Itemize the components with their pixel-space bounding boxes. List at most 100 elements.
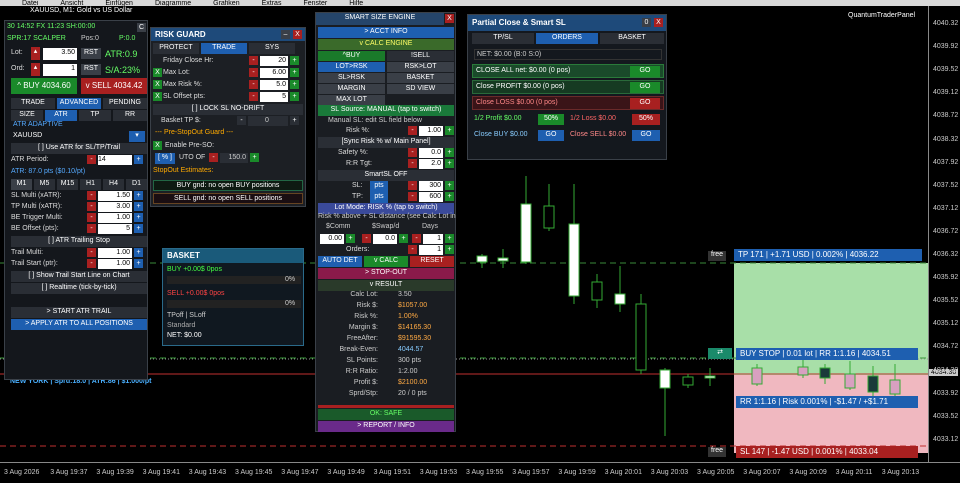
sell-calc-button[interactable]: !SELL <box>387 51 454 61</box>
sync-risk-toggle[interactable]: [Sync Risk % w/ Main Panel] <box>318 137 454 148</box>
max-risk-plus[interactable]: + <box>290 80 299 89</box>
swap-input[interactable]: 0.0 <box>373 234 397 244</box>
close-icon[interactable]: X <box>445 14 454 23</box>
risk-input[interactable]: 1.00 <box>419 126 443 136</box>
sell-button[interactable]: v SELL 4034.42 <box>81 78 147 94</box>
tab-atr[interactable]: ATR <box>45 110 77 121</box>
tab-tp[interactable]: TP <box>79 110 111 121</box>
basket-tp-input[interactable]: 0 <box>248 116 288 126</box>
basket-calc-button[interactable]: BASKET <box>387 73 454 83</box>
max-risk-checkbox[interactable]: X <box>153 80 162 89</box>
rst2-button[interactable]: RST <box>81 64 101 75</box>
sl-offset-input[interactable]: 5 <box>260 92 288 102</box>
sl-offset-minus[interactable]: - <box>249 92 258 101</box>
basket-minus[interactable]: - <box>237 116 246 125</box>
sl-risk-button[interactable]: SL>RSK <box>318 73 385 83</box>
buy-button[interactable]: ^ BUY 4034.60 <box>11 78 77 94</box>
sl-multi-plus[interactable]: + <box>134 191 143 200</box>
close-sell-go[interactable]: GO <box>632 130 660 141</box>
lock-sl-toggle[interactable]: [ ] LOCK SL NO-DRIFT <box>153 104 303 115</box>
sl-input[interactable]: 300 <box>419 181 443 191</box>
smartsl-toggle[interactable]: SmartSL OFF <box>318 170 454 181</box>
days-minus[interactable]: - <box>412 234 421 243</box>
risk-minus[interactable]: - <box>408 126 417 135</box>
comm-plus[interactable]: + <box>346 234 355 243</box>
timeframe-m15[interactable]: M15 <box>57 179 78 190</box>
max-risk-minus[interactable]: - <box>249 80 258 89</box>
tab-trade[interactable]: TRADE <box>11 98 55 109</box>
atr-period-input[interactable]: 14 <box>98 155 132 165</box>
uto-input[interactable]: 150.0 <box>220 153 248 163</box>
safety-minus[interactable]: - <box>408 148 417 157</box>
pct-toggle[interactable]: [ % ] <box>155 153 175 164</box>
basket-plus[interactable]: + <box>290 116 299 125</box>
days-plus[interactable]: + <box>445 234 454 243</box>
atr-period-plus[interactable]: + <box>134 155 143 164</box>
trail-multi-plus[interactable]: + <box>134 248 143 257</box>
realtime-toggle[interactable]: [ ] Realtime (tick-by-tick) <box>11 283 147 294</box>
be-offset-minus[interactable]: - <box>87 224 96 233</box>
atr-period-minus[interactable]: - <box>87 155 96 164</box>
result-button[interactable]: v RESULT <box>318 280 454 291</box>
tab-advanced[interactable]: ADVANCED <box>57 98 101 109</box>
timeframe-m1[interactable]: M1 <box>11 179 32 190</box>
stop-out-button[interactable]: > STOP-OUT <box>318 268 454 279</box>
uto-plus[interactable]: + <box>250 153 259 162</box>
report-info-button[interactable]: > REPORT / INFO <box>318 421 454 432</box>
max-lot-minus[interactable]: - <box>249 68 258 77</box>
trail-start-plus[interactable]: + <box>134 259 143 268</box>
be-trigger-plus[interactable]: + <box>134 213 143 222</box>
be-trigger-input[interactable]: 1.00 <box>98 213 132 223</box>
buystop-label[interactable]: BUY STOP | 0.01 lot | RR 1:1.16 | 4034.5… <box>736 348 918 360</box>
tp-free-tag[interactable]: free <box>708 251 727 261</box>
risk-lot-button[interactable]: RSK>LOT <box>387 62 454 72</box>
rr-plus[interactable]: + <box>445 159 454 168</box>
max-lot-plus[interactable]: + <box>290 68 299 77</box>
minimize-icon[interactable]: 0 <box>642 18 651 27</box>
half-loss-button[interactable]: 50% <box>632 114 660 125</box>
timeframe-h4[interactable]: H4 <box>103 179 124 190</box>
trail-start-input[interactable]: 1.00 <box>98 259 132 269</box>
rr-input[interactable]: 2.0 <box>419 159 443 169</box>
uto-minus[interactable]: - <box>209 153 218 162</box>
acct-info-button[interactable]: > ACCT INFO <box>318 27 454 38</box>
timeframe-h1[interactable]: H1 <box>80 179 101 190</box>
sl-source-toggle[interactable]: SL Source: MANUAL (tap to switch) <box>318 105 454 116</box>
sl-unit-toggle[interactable]: pts <box>370 181 388 192</box>
tp-plus[interactable]: + <box>445 192 454 201</box>
max-lot-input[interactable]: 6.00 <box>260 68 288 78</box>
ord-input[interactable]: 1 <box>43 64 77 76</box>
max-risk-input[interactable]: 5.0 <box>260 80 288 90</box>
trail-multi-input[interactable]: 1.00 <box>98 248 132 258</box>
tab-tpsl[interactable]: TP/SL <box>472 33 534 44</box>
trail-multi-minus[interactable]: - <box>87 248 96 257</box>
be-trigger-minus[interactable]: - <box>87 213 96 222</box>
timeframe-m5[interactable]: M5 <box>34 179 55 190</box>
half-profit-button[interactable]: 50% <box>538 114 564 125</box>
tab-basket[interactable]: BASKET <box>600 33 664 44</box>
swap-minus[interactable]: - <box>362 234 371 243</box>
close-profit-go[interactable]: GO <box>630 82 660 93</box>
tab-protect[interactable]: PROTECT <box>153 43 199 54</box>
sl-plus[interactable]: + <box>445 181 454 190</box>
rst-button[interactable]: RST <box>81 48 101 59</box>
tp-unit-toggle[interactable]: pts <box>370 192 388 203</box>
rr-label[interactable]: RR 1:1.16 | Risk 0.001% | -$1.47 / +$1.7… <box>736 396 918 408</box>
tab-sys[interactable]: SYS <box>249 43 295 54</box>
tp-minus[interactable]: - <box>408 192 417 201</box>
tab-trade[interactable]: TRADE <box>201 43 247 54</box>
close-loss-go[interactable]: GO <box>630 98 660 109</box>
calc-button[interactable]: v CALC <box>364 256 408 267</box>
lot-risk-button[interactable]: LOT>RSK <box>318 62 385 72</box>
use-atr-toggle[interactable]: [ ] Use ATR for SL/TP/Trail <box>11 143 147 154</box>
sl-minus[interactable]: - <box>408 181 417 190</box>
tp-multi-plus[interactable]: + <box>134 202 143 211</box>
sl-multi-input[interactable]: 1.50 <box>98 191 132 201</box>
comm-input[interactable]: 0.00 <box>320 234 344 244</box>
ord-stepper[interactable]: ▴ <box>31 63 40 76</box>
auto-det-button[interactable]: AUTO DET <box>318 256 362 267</box>
tp-multi-input[interactable]: 3.00 <box>98 202 132 212</box>
orders-input[interactable]: 1 <box>419 245 443 255</box>
close-buy-go[interactable]: GO <box>538 130 564 141</box>
safety-input[interactable]: 0.0 <box>419 148 443 158</box>
